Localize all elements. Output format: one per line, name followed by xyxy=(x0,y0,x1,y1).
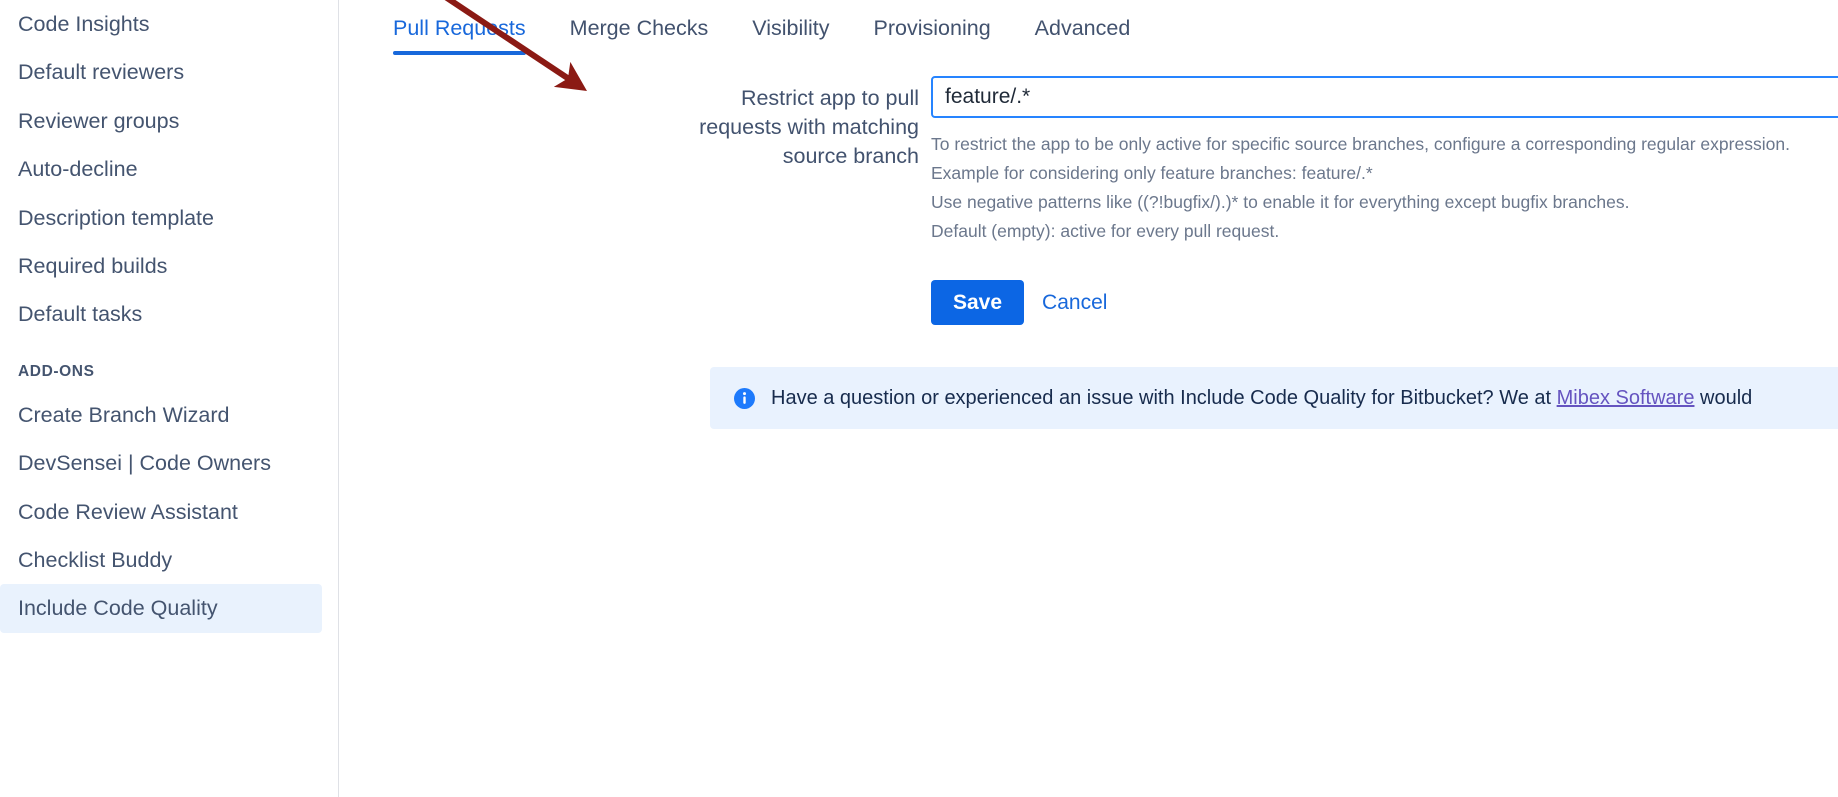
sidebar-item-description-template[interactable]: Description template xyxy=(0,194,322,242)
form-actions: Save Cancel xyxy=(931,280,1838,326)
help-line-1: To restrict the app to be only active fo… xyxy=(931,134,1790,154)
save-button[interactable]: Save xyxy=(931,280,1025,326)
sidebar-item-required-builds[interactable]: Required builds xyxy=(0,242,322,290)
info-banner: Have a question or experienced an issue … xyxy=(710,367,1838,430)
tab-bar-wrapper: Pull Requests Merge Checks Visibility Pr… xyxy=(369,0,1838,55)
source-branch-field-label: Restrict app to pull requests with match… xyxy=(699,86,919,168)
sidebar-addons-list: Create Branch Wizard DevSensei | Code Ow… xyxy=(0,391,338,633)
sidebar-item-auto-decline[interactable]: Auto-decline xyxy=(0,145,322,193)
mibex-software-link[interactable]: Mibex Software xyxy=(1557,387,1695,409)
help-line-2: Example for considering only feature bra… xyxy=(931,163,1373,183)
source-branch-help-text: To restrict the app to be only active fo… xyxy=(931,130,1838,246)
sidebar-section-title-addons: ADD-ONS xyxy=(18,362,95,380)
sidebar-item-reviewer-groups[interactable]: Reviewer groups xyxy=(0,97,322,145)
info-banner-text-before: Have a question or experienced an issue … xyxy=(771,387,1557,410)
source-branch-restriction-row: Restrict app to pull requests with match… xyxy=(339,76,1838,326)
info-circle-icon xyxy=(734,387,755,409)
sidebar-item-default-tasks[interactable]: Default tasks xyxy=(0,290,322,338)
sidebar-item-code-review-assistant[interactable]: Code Review Assistant xyxy=(0,488,322,536)
source-branch-field-column: To restrict the app to be only active fo… xyxy=(931,76,1838,326)
tab-provisioning[interactable]: Provisioning xyxy=(852,0,1013,55)
tab-bar: Pull Requests Merge Checks Visibility Pr… xyxy=(369,0,1838,55)
tab-pull-requests[interactable]: Pull Requests xyxy=(369,0,548,55)
help-line-4: Default (empty): active for every pull r… xyxy=(931,221,1280,241)
tab-advanced[interactable]: Advanced xyxy=(1013,0,1153,55)
app-root: Code Insights Default reviewers Reviewer… xyxy=(0,0,1838,797)
sidebar-item-code-insights[interactable]: Code Insights xyxy=(0,0,322,48)
cancel-button[interactable]: Cancel xyxy=(1040,287,1109,319)
help-line-3: Use negative patterns like ((?!bugfix/).… xyxy=(931,192,1630,212)
sidebar-item-default-reviewers[interactable]: Default reviewers xyxy=(0,48,322,96)
sidebar-nav-list: Code Insights Default reviewers Reviewer… xyxy=(0,0,338,339)
tab-visibility[interactable]: Visibility xyxy=(730,0,851,55)
sidebar-item-create-branch-wizard[interactable]: Create Branch Wizard xyxy=(0,391,322,439)
settings-sidebar: Code Insights Default reviewers Reviewer… xyxy=(0,0,339,797)
tab-merge-checks[interactable]: Merge Checks xyxy=(548,0,731,55)
sidebar-item-include-code-quality[interactable]: Include Code Quality xyxy=(0,584,322,633)
sidebar-item-checklist-buddy[interactable]: Checklist Buddy xyxy=(0,536,322,584)
info-banner-text-after: would xyxy=(1694,387,1753,410)
sidebar-item-devsensei-code-owners[interactable]: DevSensei | Code Owners xyxy=(0,439,322,487)
info-banner-text: Have a question or experienced an issue … xyxy=(771,386,1752,410)
main-content: Pull Requests Merge Checks Visibility Pr… xyxy=(339,0,1838,797)
source-branch-regex-input[interactable] xyxy=(931,76,1838,118)
